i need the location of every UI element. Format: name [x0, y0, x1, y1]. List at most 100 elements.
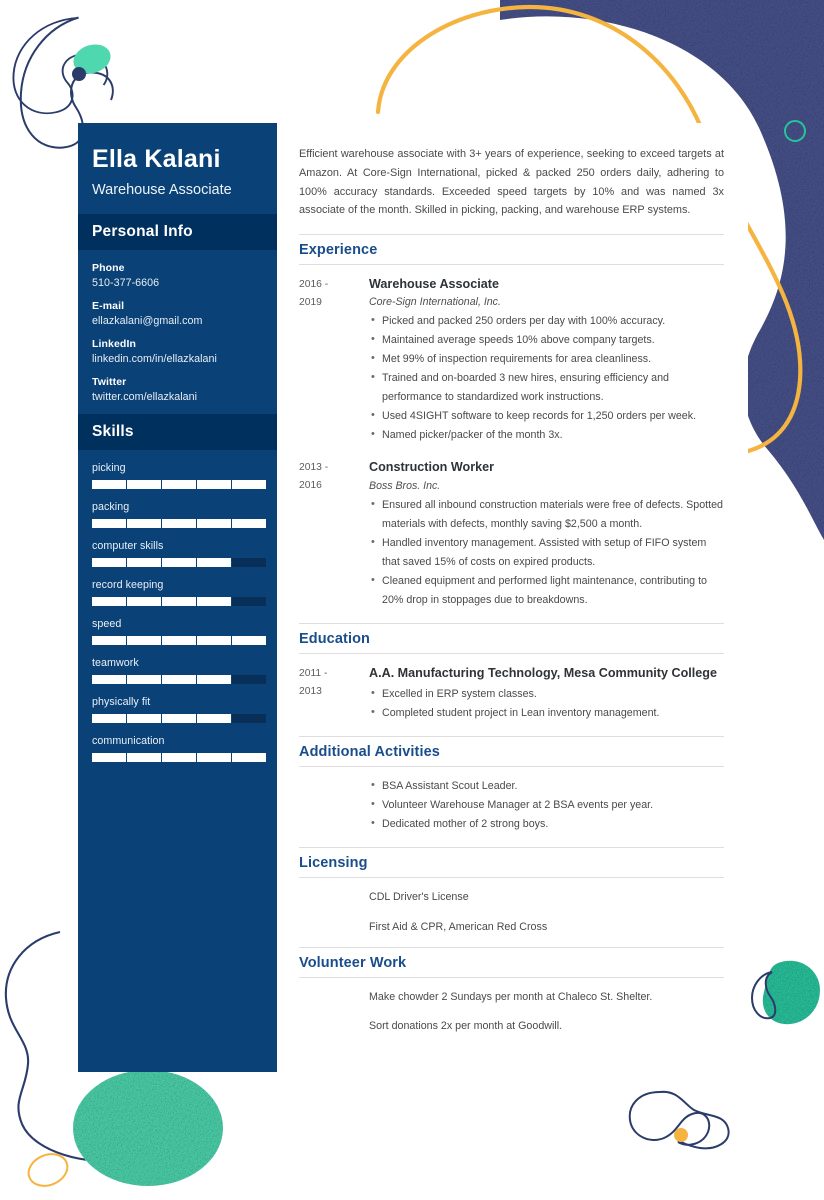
skills-heading: Skills [78, 413, 277, 450]
entry: 2016 - 2019 Warehouse Associate Core-Sign I… [299, 275, 724, 445]
resume-sections: Experience 2016 - 2019 Warehouse Associate C… [299, 234, 724, 1036]
skill-level-bar [92, 479, 266, 489]
bullet-item: BSA Assistant Scout Leader. [369, 776, 724, 796]
section-licensing: Licensing CDL Driver's License First Aid &… [299, 847, 724, 937]
section-volunteer-work: Volunteer Work Make chowder 2 Sundays per… [299, 946, 724, 1037]
skill-segment [162, 479, 197, 489]
skill-segment [127, 479, 162, 489]
skill-segment [92, 596, 127, 606]
bullet-item: Completed student project in Lean invent… [369, 703, 724, 723]
entry-dates [299, 777, 369, 834]
skill-segment [162, 713, 197, 723]
contact-label: LinkedIn [92, 337, 136, 350]
contact-value[interactable]: 510-377-6606 [92, 277, 263, 289]
skills-list: picking packing computer skills record keep… [78, 450, 277, 762]
bullet-item: Used 4SIGHT software to keep records for… [369, 406, 724, 426]
skill-segment [162, 635, 197, 645]
contact-label: E-mail [92, 299, 125, 312]
skill-label: speed [92, 617, 122, 630]
section-line: Sort donations 2x per month at Goodwill. [369, 1020, 563, 1033]
skill-segment [92, 713, 127, 723]
skill-segment [127, 557, 162, 567]
skill-segment [92, 479, 127, 489]
decor-mint-blob-bottom-left [73, 1070, 223, 1186]
section-header: Experience [299, 234, 724, 265]
bullet-item: Volunteer Warehouse Manager at 2 BSA eve… [369, 795, 724, 815]
bullet-item: Excelled in ERP system classes. [369, 684, 724, 704]
section-line: Make chowder 2 Sundays per month at Chal… [369, 990, 653, 1003]
bullet-item: Handled inventory management. Assisted w… [369, 533, 724, 572]
section-line: CDL Driver's License [369, 891, 469, 904]
skill-segment [127, 674, 162, 684]
skill-segment [232, 753, 266, 762]
entry-dates: 2013 - 2016 [299, 458, 369, 609]
skill-segment [162, 596, 197, 606]
section-lines: CDL Driver's License First Aid & CPR, Ame… [299, 888, 724, 937]
skill-segment [162, 752, 197, 762]
skill-segment [232, 558, 266, 567]
entry-body: BSA Assistant Scout Leader.Volunteer War… [369, 776, 724, 834]
bullet-item: Met 99% of inspection requirements for a… [369, 349, 724, 369]
decor-peanut-outline-bottom [628, 1091, 711, 1146]
entry-role: A.A. Manufacturing Technology, Mesa Comm… [369, 665, 717, 680]
skill-label: teamwork [92, 656, 139, 669]
contact-value[interactable]: ellazkalani@gmail.com [92, 315, 263, 327]
skill-segment [232, 714, 266, 723]
skill-item: packing [92, 500, 266, 528]
contact-item-twitter: Twitter twitter.com/ellazkalani [92, 376, 263, 403]
skill-segment [92, 518, 127, 528]
section-header: Volunteer Work [299, 946, 724, 978]
section-title: Additional Activities [299, 744, 440, 761]
section-title: Experience [299, 242, 378, 258]
section-header: Licensing [299, 847, 724, 879]
decor-orange-dot-bottom [674, 1128, 688, 1142]
skill-segment [127, 635, 162, 645]
bullet-item: Picked and packed 250 orders per day wit… [369, 311, 724, 331]
entry-date-end: 2013 [299, 685, 322, 697]
skill-segment [127, 713, 162, 723]
skill-level-bar [92, 518, 266, 528]
section-experience: Experience 2016 - 2019 Warehouse Associate C… [299, 234, 724, 610]
skill-label: communication [92, 734, 165, 747]
skill-segment [162, 557, 197, 567]
skill-level-bar [92, 557, 266, 567]
skill-segment [232, 480, 266, 489]
sidebar-header: Ella Kalani Warehouse Associate [78, 123, 277, 214]
resume-main: Efficient warehouse associate with 3+ ye… [277, 123, 748, 1073]
entry-date-start: 2016 - [299, 279, 329, 290]
contact-value[interactable]: twitter.com/ellazkalani [92, 391, 263, 403]
contact-item-linkedin: LinkedIn linkedin.com/in/ellazkalani [92, 338, 263, 365]
bullet-item: Trained and on-boarded 3 new hires, ensu… [369, 368, 724, 407]
entry-dates: 2011 - 2013 [299, 664, 369, 723]
skill-item: physically fit [92, 696, 266, 723]
section-header: Additional Activities [299, 736, 724, 768]
entry-dates: 2016 - 2019 [299, 275, 369, 445]
entry: 2011 - 2013 A.A. Manufacturing Technology,… [299, 664, 724, 723]
skill-segment [232, 675, 266, 684]
personal-info-list: Phone 510-377-6606 E-mail ellazkalani@gm… [78, 250, 277, 403]
decor-peanut-outline-bottom-2 [659, 1090, 730, 1150]
section-education: Education 2011 - 2013 A.A. Manufacturing Te… [299, 622, 724, 723]
skill-item: teamwork [92, 656, 266, 684]
skill-segment [92, 752, 127, 762]
skill-label: packing [92, 500, 130, 513]
section-lines: Make chowder 2 Sundays per month at Chal… [299, 988, 724, 1037]
skill-item: communication [92, 734, 266, 762]
section-header: Education [299, 622, 724, 654]
section-additional-activities: Additional Activities BSA Assistant Scout… [299, 736, 724, 834]
entry: BSA Assistant Scout Leader.Volunteer War… [299, 776, 724, 834]
bullet-item: Dedicated mother of 2 strong boys. [369, 814, 724, 834]
skill-segment [127, 596, 162, 606]
contact-value[interactable]: linkedin.com/in/ellazkalani [92, 353, 263, 365]
skill-level-bar [92, 635, 266, 645]
skill-label: picking [92, 461, 126, 474]
entry-organization: Boss Bros. Inc. [369, 479, 441, 492]
section-title: Volunteer Work [299, 954, 407, 971]
section-title: Education [299, 630, 370, 647]
personal-info-heading: Personal Info [78, 213, 277, 250]
entry-organization: Core-Sign International, Inc. [369, 296, 501, 309]
skill-item: picking [92, 461, 266, 489]
skill-segment [197, 674, 232, 684]
skill-segment [197, 518, 232, 528]
bullet-item: Named picker/packer of the month 3x. [369, 425, 724, 445]
